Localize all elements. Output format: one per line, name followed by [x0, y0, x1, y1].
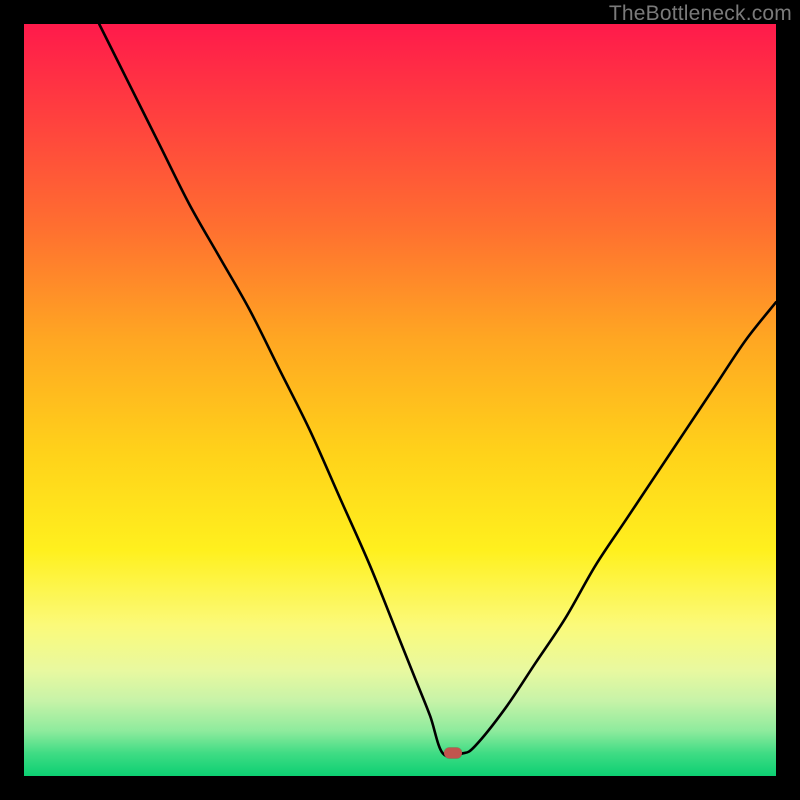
chart-frame: TheBottleneck.com: [0, 0, 800, 800]
bottleneck-curve: [24, 24, 776, 776]
watermark-text: TheBottleneck.com: [609, 2, 792, 26]
optimal-point-marker: [444, 748, 462, 759]
plot-area: [24, 24, 776, 776]
